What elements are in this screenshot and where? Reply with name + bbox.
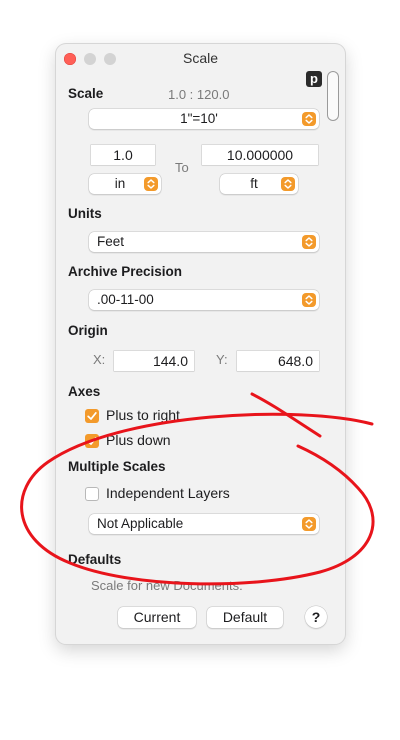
chevron-updown-icon	[302, 112, 316, 126]
archive-precision-value: .00-11-00	[97, 292, 154, 307]
plus-down-checkbox[interactable]	[85, 434, 99, 448]
origin-x-label: X:	[93, 352, 106, 367]
chevron-updown-icon	[302, 293, 316, 307]
origin-y-field[interactable]: 648.0	[237, 351, 319, 371]
plugin-badge-icon[interactable]: p	[306, 71, 322, 87]
origin-heading: Origin	[68, 323, 108, 338]
scrollbar[interactable]	[327, 71, 339, 121]
scale-preset-value: 1"=10'	[180, 111, 218, 126]
chevron-updown-icon	[144, 177, 158, 191]
units-value: Feet	[97, 234, 125, 249]
scale-panel: Scale p Scale 1.0 : 120.0 1"=10' 1.0 To …	[56, 44, 345, 644]
help-button[interactable]: ?	[305, 606, 327, 628]
to-label: To	[175, 160, 189, 175]
independent-layers-checkbox[interactable]	[85, 487, 99, 501]
independent-layers-label: Independent Layers	[106, 485, 230, 501]
multiple-scales-heading: Multiple Scales	[68, 459, 166, 474]
chevron-updown-icon	[281, 177, 295, 191]
origin-y-label: Y:	[216, 352, 228, 367]
units-heading: Units	[68, 206, 102, 221]
scale-heading: Scale	[68, 86, 104, 101]
to-unit-select[interactable]: ft	[220, 174, 298, 194]
checkmark-icon	[87, 437, 97, 445]
chevron-updown-icon	[302, 235, 316, 249]
scale-from-field[interactable]: 1.0	[91, 145, 155, 165]
plus-to-right-checkbox[interactable]	[85, 409, 99, 423]
plus-to-right-label: Plus to right	[106, 407, 180, 423]
multiple-scales-value: Not Applicable	[97, 516, 184, 531]
defaults-note: Scale for new Documents:	[91, 578, 243, 593]
default-button[interactable]: Default	[207, 607, 283, 628]
archive-precision-select[interactable]: .00-11-00	[89, 290, 319, 310]
window-title: Scale	[182, 50, 219, 66]
multiple-scales-select[interactable]: Not Applicable	[89, 514, 319, 534]
current-button[interactable]: Current	[118, 607, 196, 628]
origin-x-field[interactable]: 144.0	[114, 351, 194, 371]
plus-down-label: Plus down	[106, 432, 171, 448]
defaults-heading: Defaults	[68, 552, 122, 567]
scale-preset-select[interactable]: 1"=10'	[89, 109, 319, 129]
chevron-updown-icon	[302, 517, 316, 531]
from-unit-select[interactable]: in	[89, 174, 161, 194]
checkmark-icon	[87, 412, 97, 420]
scale-ratio: 1.0 : 120.0	[168, 87, 230, 102]
title-bar: Scale	[56, 44, 345, 72]
axes-heading: Axes	[68, 384, 101, 399]
scale-to-field[interactable]: 10.000000	[202, 145, 318, 165]
units-select[interactable]: Feet	[89, 232, 319, 252]
archive-precision-heading: Archive Precision	[68, 264, 183, 279]
